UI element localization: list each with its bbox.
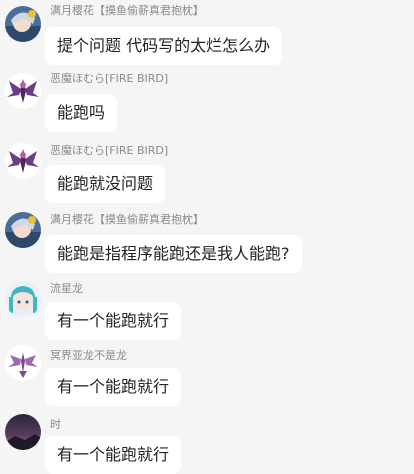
sender-name: 恶魔ほむら[FIRE BIRD] (50, 144, 169, 157)
chat-message-list: 满月樱花【摸鱼偷薪真君抱枕】 提个问题 代码写的太烂怎么办 恶魔ほむら[FIRE… (0, 0, 414, 474)
anime-girl-avatar-icon (5, 6, 41, 42)
winged-demon-avatar-icon (5, 73, 41, 109)
sender-name: 恶魔ほむら[FIRE BIRD] (50, 72, 169, 85)
avatar[interactable] (5, 6, 41, 42)
avatar[interactable] (5, 345, 41, 381)
winged-demon-avatar-icon (5, 143, 41, 179)
sender-name: 时 (50, 418, 61, 431)
avatar[interactable] (5, 212, 41, 248)
message-bubble[interactable]: 能跑吗 (45, 94, 118, 132)
message-bubble[interactable]: 有一个能跑就行 (45, 368, 182, 406)
sender-name: 流星龙 (50, 282, 83, 295)
anime-girl-avatar-icon (5, 212, 41, 248)
sender-name: 满月樱花【摸鱼偷薪真君抱枕】 (50, 4, 204, 17)
message-bubble[interactable]: 有一个能跑就行 (45, 436, 182, 474)
sender-name: 满月樱花【摸鱼偷薪真君抱枕】 (50, 213, 204, 226)
message-bubble[interactable]: 提个问题 代码写的太烂怎么办 (45, 27, 283, 65)
avatar[interactable] (5, 281, 41, 317)
avatar[interactable] (5, 143, 41, 179)
sender-name: 冥界亚龙不是龙 (50, 349, 127, 362)
avatar[interactable] (5, 73, 41, 109)
message-bubble[interactable]: 能跑是指程序能跑还是我人能跑? (45, 235, 302, 273)
dragon-avatar-icon (5, 345, 41, 381)
message-bubble[interactable]: 能跑就没问题 (45, 165, 166, 203)
night-sky-avatar-icon (5, 414, 41, 450)
message-bubble[interactable]: 有一个能跑就行 (45, 302, 182, 340)
avatar[interactable] (5, 414, 41, 450)
teal-hair-girl-avatar-icon (5, 281, 41, 317)
